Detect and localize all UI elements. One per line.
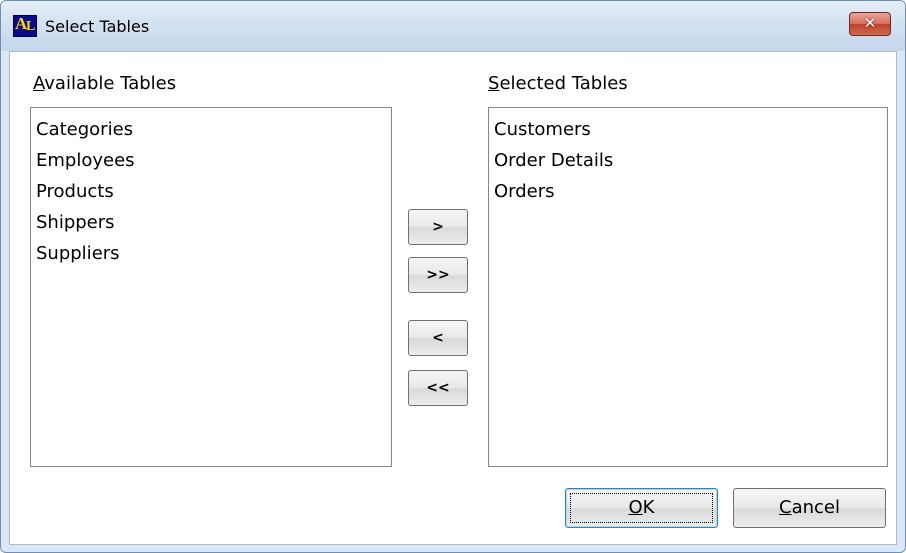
close-icon: ✕ bbox=[863, 14, 877, 32]
list-item[interactable]: Products bbox=[36, 176, 386, 207]
selected-tables-list[interactable]: Customers Order Details Orders bbox=[488, 107, 888, 467]
ok-button-label: K bbox=[642, 497, 655, 518]
list-item[interactable]: Orders bbox=[494, 176, 882, 207]
cancel-button-label: ancel bbox=[791, 497, 840, 518]
available-tables-label: Available Tables bbox=[33, 73, 176, 94]
select-tables-dialog: AL Select Tables ✕ Available Tables Cate… bbox=[0, 0, 906, 553]
selected-tables-label: Selected Tables bbox=[488, 73, 628, 94]
add-selected-button[interactable]: > bbox=[408, 209, 468, 245]
title-bar[interactable]: AL Select Tables ✕ bbox=[1, 1, 905, 51]
ok-button[interactable]: OK bbox=[565, 488, 718, 528]
remove-all-button[interactable]: << bbox=[408, 370, 468, 406]
list-item[interactable]: Shippers bbox=[36, 207, 386, 238]
list-item[interactable]: Order Details bbox=[494, 145, 882, 176]
ok-button-mnemonic: O bbox=[628, 497, 643, 518]
available-tables-list[interactable]: Categories Employees Products Shippers Suppl… bbox=[30, 107, 392, 467]
app-icon[interactable]: AL bbox=[13, 14, 37, 37]
close-button[interactable]: ✕ bbox=[849, 12, 891, 36]
list-item[interactable]: Categories bbox=[36, 114, 386, 145]
list-item[interactable]: Suppliers bbox=[36, 238, 386, 269]
available-tables-label-mnemonic: A bbox=[33, 73, 45, 94]
selected-tables-label-mnemonic: S bbox=[488, 73, 500, 94]
window-title: Select Tables bbox=[45, 17, 150, 36]
remove-selected-button[interactable]: < bbox=[408, 320, 468, 356]
cancel-button[interactable]: Cancel bbox=[733, 488, 886, 528]
selected-tables-label-text: elected Tables bbox=[499, 73, 628, 94]
available-tables-label-text: vailable Tables bbox=[44, 73, 177, 94]
list-item[interactable]: Employees bbox=[36, 145, 386, 176]
list-item[interactable]: Customers bbox=[494, 114, 882, 145]
cancel-button-mnemonic: C bbox=[779, 497, 792, 518]
dialog-client-area: Available Tables Categories Employees Prod… bbox=[9, 51, 897, 545]
add-all-button[interactable]: >> bbox=[408, 257, 468, 293]
